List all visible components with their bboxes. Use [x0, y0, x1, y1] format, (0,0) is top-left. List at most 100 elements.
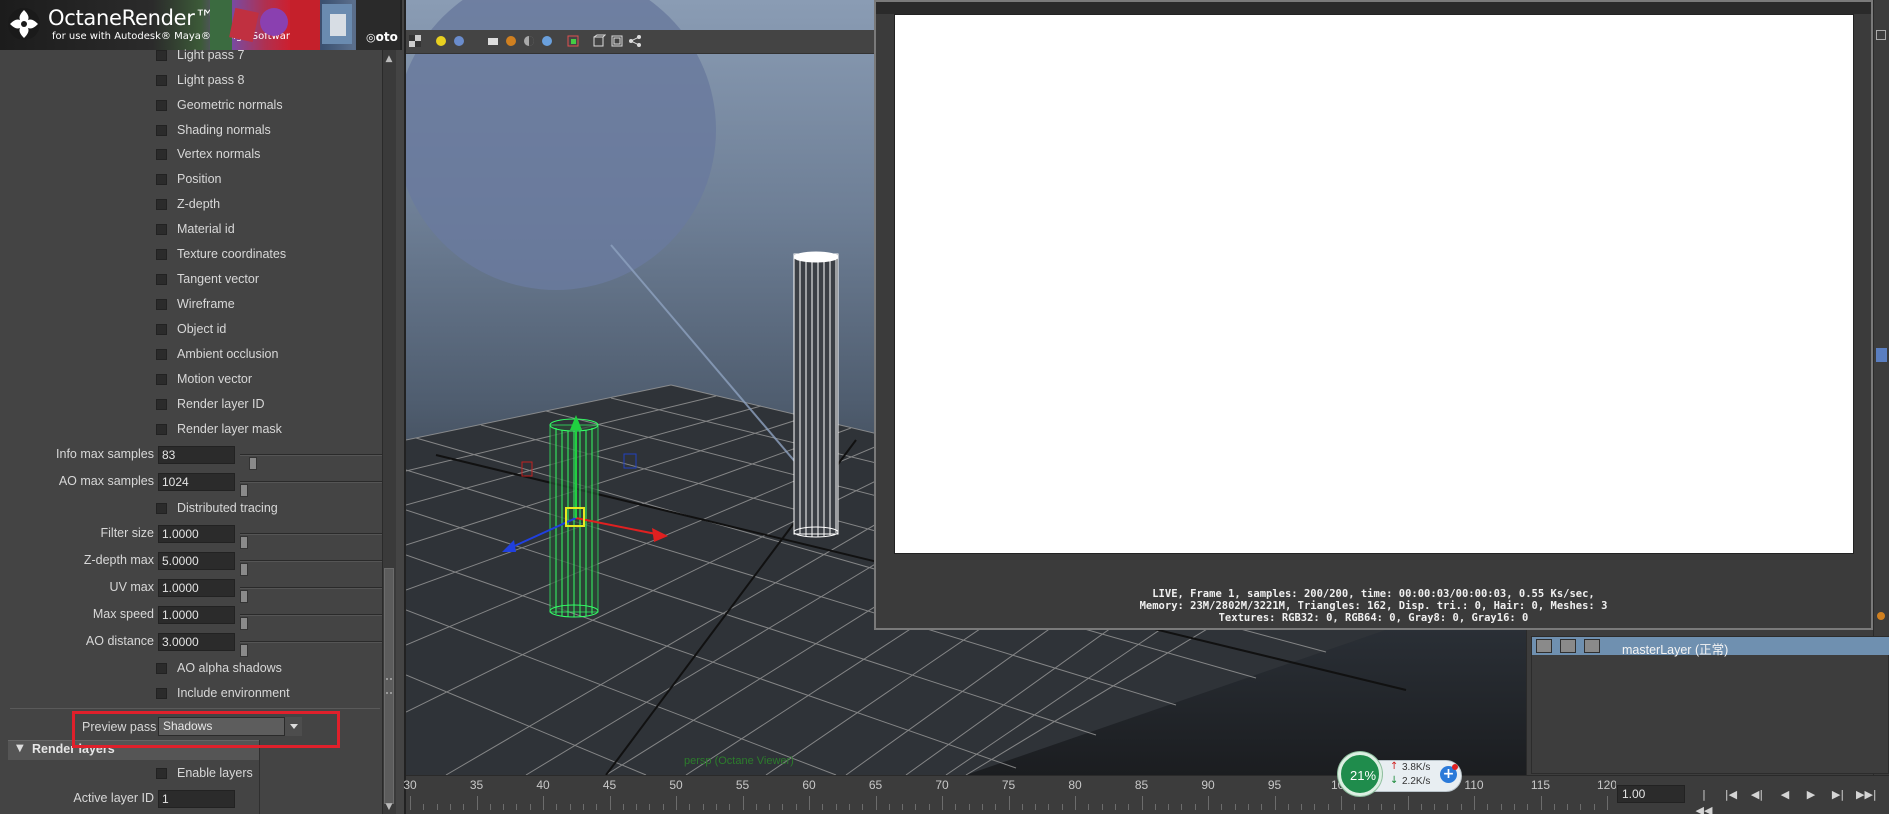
- checkbox[interactable]: [156, 502, 167, 514]
- share-node-icon[interactable]: [628, 34, 642, 48]
- channel-box-tab[interactable]: [1876, 348, 1887, 362]
- active-layer-id-field[interactable]: 1: [158, 790, 235, 808]
- info-max-samples-field[interactable]: 83: [158, 446, 235, 464]
- ao-max-samples-slider[interactable]: [240, 481, 382, 497]
- pass-position[interactable]: Position: [156, 169, 221, 189]
- slider-handle[interactable]: [240, 590, 248, 603]
- uv-max-field[interactable]: 1.0000: [158, 579, 235, 597]
- filter-size-field[interactable]: 1.0000: [158, 525, 235, 543]
- checkbox[interactable]: [156, 148, 167, 160]
- filter-size-slider[interactable]: [240, 533, 382, 549]
- camera-icon[interactable]: [486, 34, 500, 48]
- ao-distance-slider[interactable]: [240, 641, 382, 657]
- distributed-tracing-row[interactable]: Distributed tracing: [156, 498, 278, 518]
- tool-icon[interactable]: [1876, 30, 1886, 40]
- layer-settings-icon[interactable]: [1584, 639, 1600, 653]
- checkbox[interactable]: [156, 49, 167, 61]
- slider-handle[interactable]: [249, 457, 257, 470]
- render-output-image[interactable]: [894, 14, 1854, 554]
- slider-handle[interactable]: [240, 563, 248, 576]
- pass-light-8[interactable]: Light pass 8: [156, 70, 244, 90]
- current-frame-field[interactable]: 1.00: [1617, 785, 1685, 803]
- checkbox[interactable]: [156, 173, 167, 185]
- slider-handle[interactable]: [240, 536, 248, 549]
- time-slider-tick: [622, 804, 624, 810]
- pass-tangent-vector[interactable]: Tangent vector: [156, 269, 259, 289]
- slider-handle[interactable]: [240, 484, 248, 497]
- checkbox[interactable]: [156, 687, 167, 699]
- texture-icon[interactable]: [504, 34, 518, 48]
- time-slider-tick: [1261, 804, 1263, 810]
- max-speed-row: Max speed 1.0000: [0, 605, 382, 630]
- slider-handle[interactable]: [240, 644, 248, 657]
- time-slider-tick: [556, 804, 558, 810]
- xray-icon[interactable]: [610, 34, 624, 48]
- checkbox[interactable]: [156, 223, 167, 235]
- step-back-frame-icon[interactable]: ◀|: [1747, 787, 1767, 803]
- scroll-down-arrow-icon[interactable]: ▼: [382, 802, 396, 814]
- pass-ambient-occlusion[interactable]: Ambient occlusion: [156, 344, 278, 364]
- layer-visibility-icon[interactable]: [1560, 639, 1576, 653]
- pass-motion-vector[interactable]: Motion vector: [156, 369, 252, 389]
- zdepth-max-label: Z-depth max: [83, 553, 154, 567]
- shadow-icon[interactable]: [522, 34, 536, 48]
- zdepth-max-field[interactable]: 5.0000: [158, 552, 235, 570]
- go-to-start-icon[interactable]: |◀◀: [1694, 787, 1714, 814]
- checkbox[interactable]: [156, 74, 167, 86]
- pass-render-layer-mask[interactable]: Render layer mask: [156, 419, 282, 439]
- checkbox[interactable]: [156, 248, 167, 260]
- checkbox[interactable]: [156, 373, 167, 385]
- step-back-key-icon[interactable]: |◀: [1721, 787, 1741, 803]
- checkbox[interactable]: [156, 298, 167, 310]
- info-max-samples-slider[interactable]: [240, 454, 382, 470]
- ao-distance-field[interactable]: 3.0000: [158, 633, 235, 651]
- sphere-shade-icon[interactable]: [452, 34, 466, 48]
- isolate-select-icon[interactable]: [566, 34, 580, 48]
- slider-handle[interactable]: [240, 617, 248, 630]
- max-speed-field[interactable]: 1.0000: [158, 606, 235, 624]
- cube-icon[interactable]: [592, 34, 606, 48]
- checkbox[interactable]: [156, 662, 167, 674]
- ao-alpha-shadows-row[interactable]: AO alpha shadows: [156, 658, 282, 678]
- pass-label: Render layer ID: [177, 397, 265, 411]
- pass-render-layer-id[interactable]: Render layer ID: [156, 394, 265, 414]
- grid-toggle-icon[interactable]: [408, 34, 422, 48]
- checkbox[interactable]: [156, 398, 167, 410]
- ao-icon[interactable]: [540, 34, 554, 48]
- pass-light-7[interactable]: Light pass 7: [156, 45, 244, 65]
- network-speed-widget[interactable]: 21% ↑ 3.8K/s ↓ 2.2K/s +: [1338, 752, 1462, 798]
- checkbox[interactable]: [156, 124, 167, 136]
- play-backwards-icon[interactable]: ◀: [1775, 787, 1795, 803]
- light-icon[interactable]: [434, 34, 448, 48]
- play-forwards-icon[interactable]: ▶: [1801, 787, 1821, 803]
- pass-texture-coordinates[interactable]: Texture coordinates: [156, 244, 286, 264]
- include-environment-row[interactable]: Include environment: [156, 683, 290, 703]
- uv-max-slider[interactable]: [240, 587, 382, 603]
- ao-max-samples-row: AO max samples 1024: [0, 472, 382, 497]
- pass-shading-normals[interactable]: Shading normals: [156, 120, 271, 140]
- render-layer-icon[interactable]: [1536, 639, 1552, 653]
- time-slider-tick: [662, 804, 664, 810]
- pass-vertex-normals[interactable]: Vertex normals: [156, 144, 260, 164]
- checkbox[interactable]: [156, 99, 167, 111]
- zdepth-max-slider[interactable]: [240, 560, 382, 576]
- collapse-triangle-icon[interactable]: ▼: [16, 743, 24, 754]
- pass-object-id[interactable]: Object id: [156, 319, 226, 339]
- enable-layers-row[interactable]: Enable layers: [156, 763, 253, 783]
- pass-wireframe[interactable]: Wireframe: [156, 294, 235, 314]
- checkbox[interactable]: [156, 198, 167, 210]
- pass-geometric-normals[interactable]: Geometric normals: [156, 95, 283, 115]
- max-speed-slider[interactable]: [240, 614, 382, 630]
- pass-z-depth[interactable]: Z-depth: [156, 194, 220, 214]
- go-to-end-icon[interactable]: ▶▶|: [1856, 787, 1877, 803]
- ao-max-samples-field[interactable]: 1024: [158, 473, 235, 491]
- cpu-usage-circle[interactable]: 21%: [1338, 752, 1382, 796]
- checkbox[interactable]: [156, 273, 167, 285]
- checkbox[interactable]: [156, 323, 167, 335]
- checkbox[interactable]: [156, 767, 167, 779]
- checkbox[interactable]: [156, 423, 167, 435]
- step-forward-key-icon[interactable]: ▶|: [1828, 787, 1848, 803]
- pass-material-id[interactable]: Material id: [156, 219, 235, 239]
- scroll-up-arrow-icon[interactable]: ▲: [382, 52, 396, 66]
- checkbox[interactable]: [156, 348, 167, 360]
